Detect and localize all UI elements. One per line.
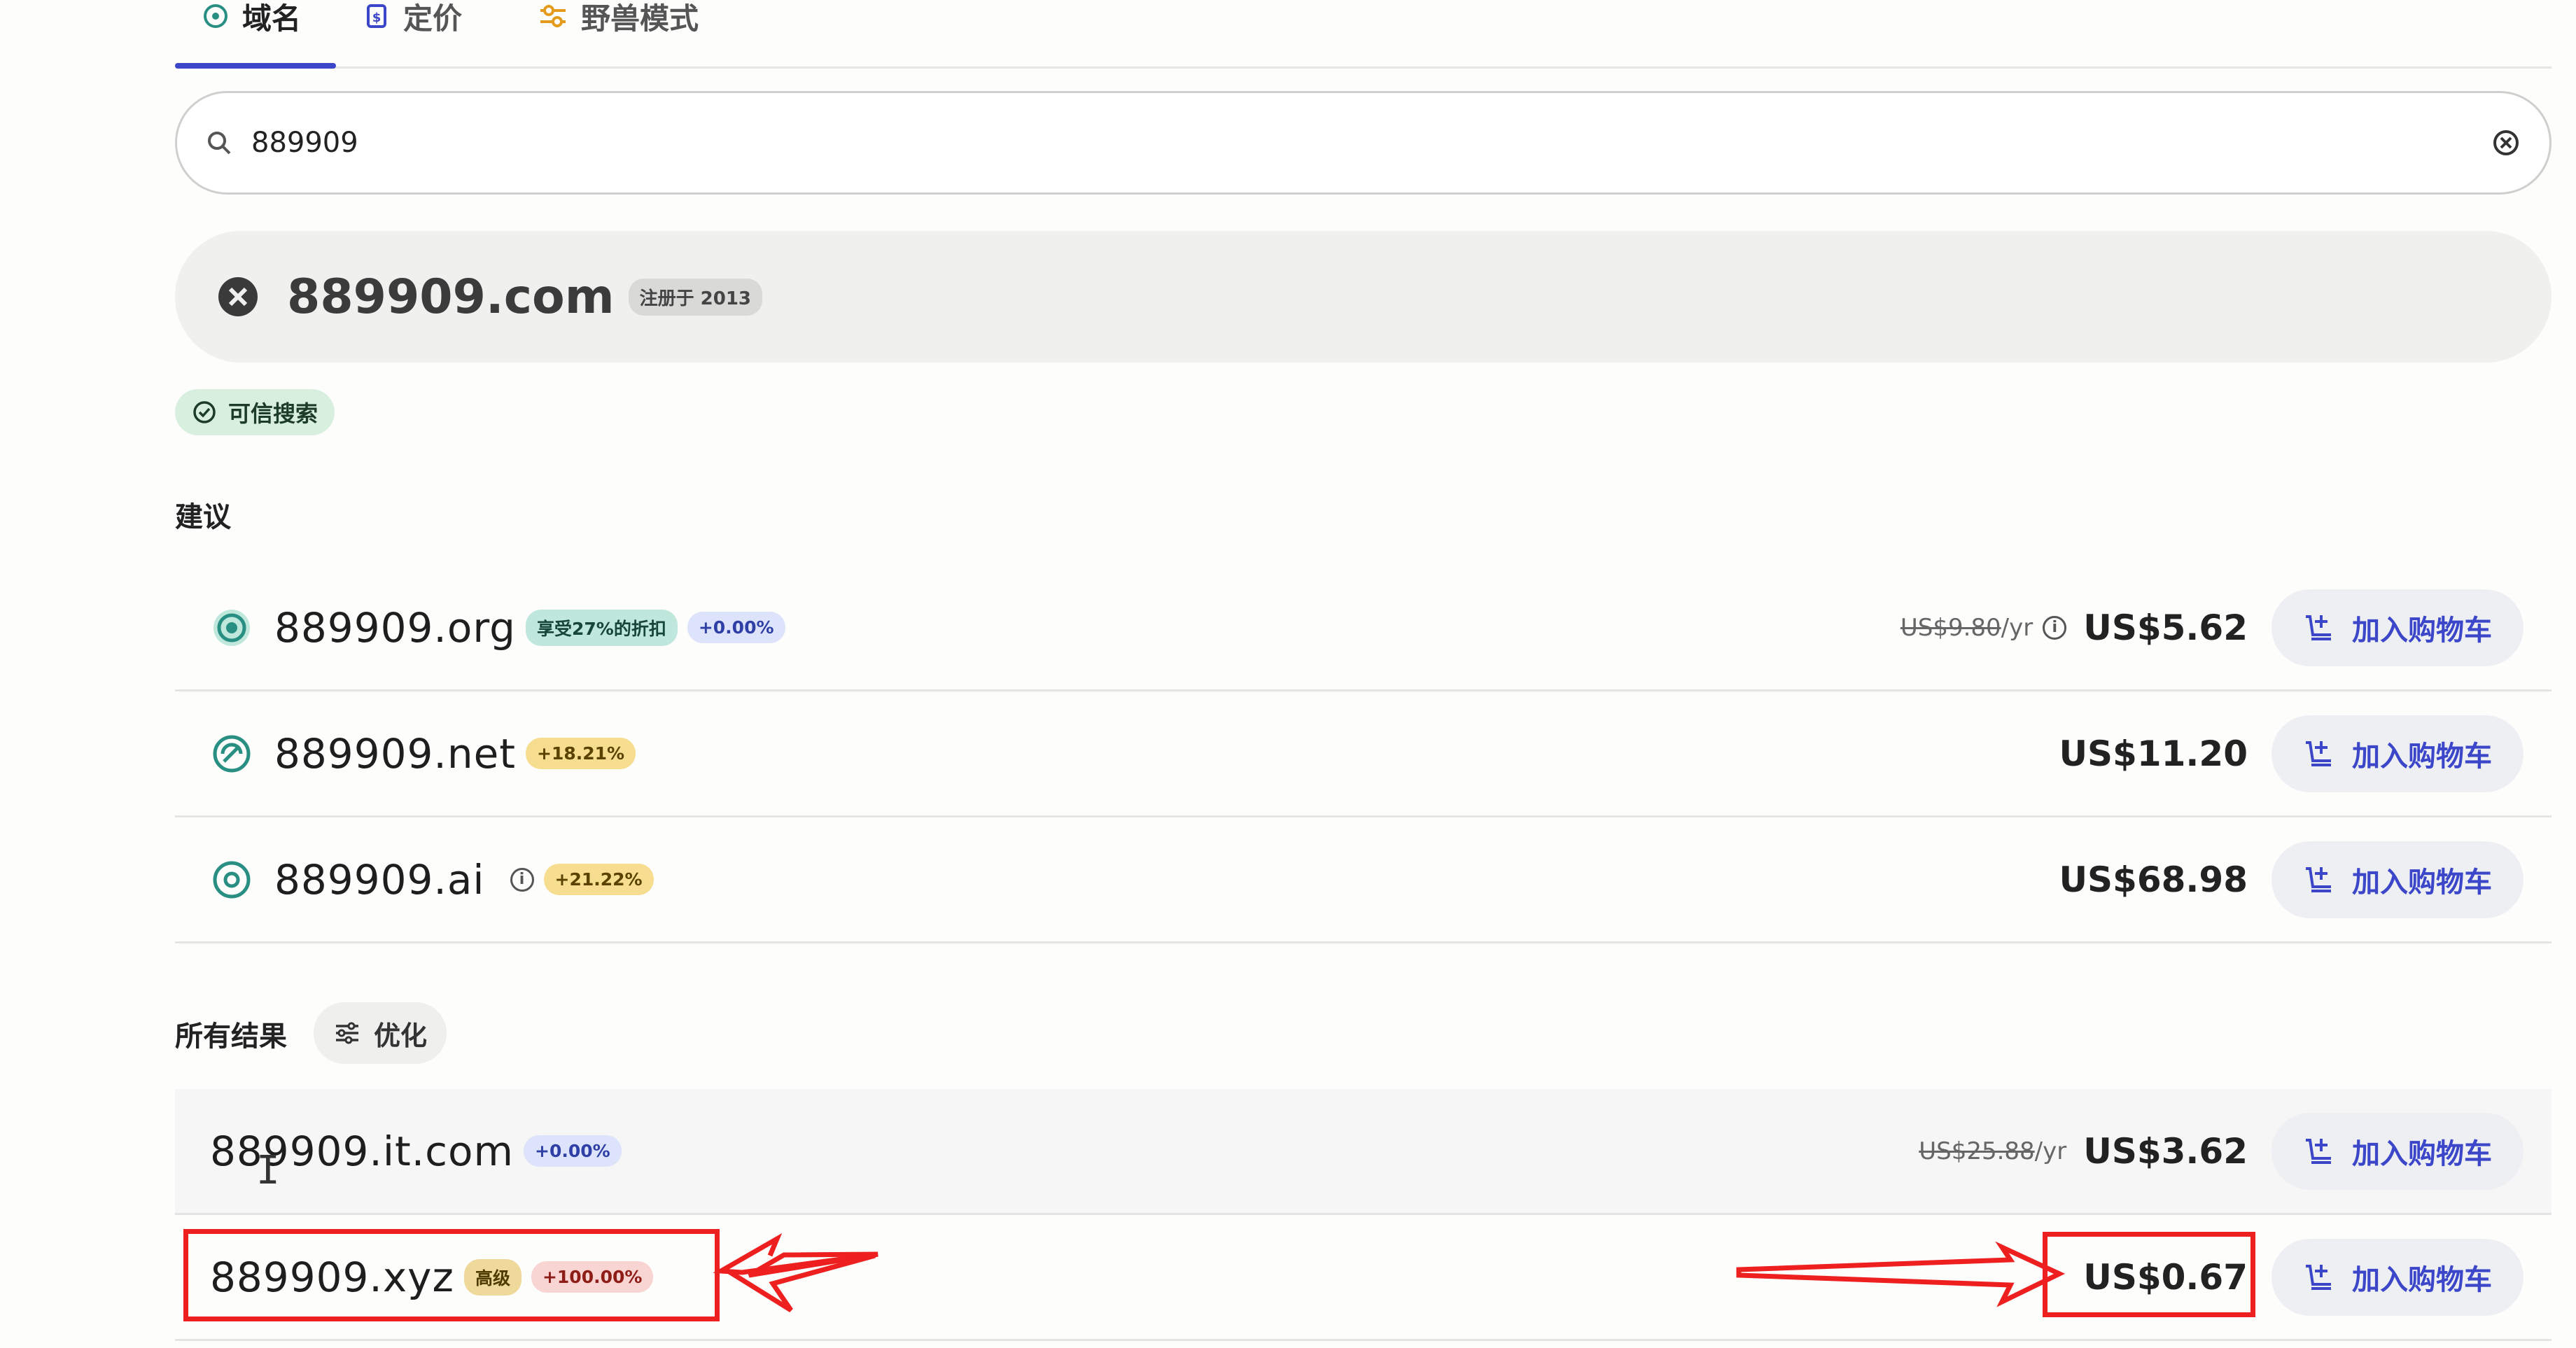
tab-label: 野兽模式 — [581, 1, 699, 36]
domain-name: 889909.ai — [274, 855, 485, 904]
cart-add-icon — [2306, 1138, 2331, 1164]
add-to-cart-button[interactable]: 加入购物车 — [2272, 589, 2524, 666]
active-tab-indicator — [175, 63, 336, 69]
trusted-search-label: 可信搜索 — [228, 400, 318, 427]
suggestion-row[interactable]: 889909.org 享受27%的折扣 +0.00% US$9.80 /yr i… — [175, 566, 2552, 691]
clear-search-icon[interactable] — [2491, 127, 2521, 158]
domain-icon — [204, 4, 227, 28]
add-to-cart-label: 加入购物车 — [2352, 1137, 2492, 1170]
price: US$3.62 — [2083, 1130, 2248, 1172]
text-cursor-icon: I — [256, 1148, 280, 1193]
svg-text:$: $ — [372, 10, 382, 25]
add-to-cart-button[interactable]: 加入购物车 — [2272, 1112, 2524, 1190]
info-icon[interactable]: i — [2043, 615, 2067, 640]
beast-mode-icon — [540, 5, 566, 27]
per-year: /yr — [2034, 1137, 2067, 1165]
add-to-cart-label: 加入购物车 — [2352, 614, 2492, 647]
suggestion-row[interactable]: 889909.net +18.21% US$11.20 加入购物车 — [175, 691, 2552, 817]
refine-label: 优化 — [374, 1020, 428, 1051]
add-to-cart-button[interactable]: 加入购物车 — [2272, 715, 2524, 792]
add-to-cart-label: 加入购物车 — [2352, 866, 2492, 899]
original-price: US$25.88 — [1919, 1137, 2035, 1165]
unavailable-icon — [218, 277, 258, 316]
ai-tld-icon — [213, 861, 251, 898]
trend-badge: +18.21% — [526, 738, 636, 769]
check-circle-icon — [193, 401, 216, 423]
add-to-cart-button[interactable]: 加入购物车 — [2272, 841, 2524, 918]
exact-match-domain: 889909.com — [287, 269, 615, 325]
filter-icon — [336, 1022, 358, 1044]
discount-badge: 享受27%的折扣 — [525, 609, 678, 646]
result-row[interactable]: 889909.it.com +0.00% US$25.88 /yr US$3.6… — [175, 1089, 2552, 1215]
refine-button[interactable]: 优化 — [314, 1002, 447, 1064]
cart-add-icon — [2306, 615, 2331, 640]
tab-beast-mode[interactable]: 野兽模式 — [511, 0, 725, 50]
exact-match-card: 889909.com 注册于 2013 — [175, 231, 2552, 363]
net-tld-icon — [213, 735, 251, 772]
original-price: US$9.80 — [1900, 613, 2001, 642]
price: US$11.20 — [2059, 733, 2248, 774]
tab-domains[interactable]: 域名 — [175, 0, 328, 50]
search-input[interactable] — [251, 127, 2491, 159]
cart-add-icon — [2306, 866, 2331, 892]
search-icon — [208, 132, 231, 155]
cart-add-icon — [2306, 740, 2331, 766]
all-results-heading: 所有结果 — [175, 1020, 287, 1053]
trusted-search-badge[interactable]: 可信搜索 — [175, 389, 335, 435]
domain-name: 889909.org — [274, 603, 516, 652]
org-tld-icon — [214, 609, 250, 646]
trend-badge: +0.00% — [687, 612, 785, 643]
tab-bar: 域名 $ 定价 野兽模式 — [175, 0, 2552, 69]
info-icon[interactable]: i — [510, 867, 534, 892]
cart-add-icon — [2306, 1264, 2331, 1290]
tab-label: 域名 — [242, 1, 302, 36]
price: US$5.62 — [2083, 607, 2248, 648]
tab-label: 定价 — [403, 1, 463, 36]
registered-badge: 注册于 2013 — [628, 278, 763, 316]
search-bar — [175, 91, 2552, 195]
pricing-icon: $ — [367, 4, 386, 28]
annotation-box-price — [2043, 1232, 2255, 1317]
domain-name: 889909.net — [274, 729, 517, 778]
annotation-box-domain — [183, 1229, 720, 1321]
add-to-cart-label: 加入购物车 — [2352, 1263, 2492, 1296]
trend-badge: +0.00% — [524, 1135, 622, 1167]
trend-badge: +21.22% — [543, 864, 654, 895]
suggestions-heading: 建议 — [175, 501, 231, 533]
tab-pricing[interactable]: $ 定价 — [336, 0, 489, 50]
suggestion-row[interactable]: 889909.ai i +21.22% US$68.98 加入购物车 — [175, 817, 2552, 943]
price: US$68.98 — [2059, 859, 2248, 900]
per-year: /yr — [2001, 613, 2033, 642]
add-to-cart-button[interactable]: 加入购物车 — [2272, 1238, 2524, 1316]
add-to-cart-label: 加入购物车 — [2352, 740, 2492, 773]
